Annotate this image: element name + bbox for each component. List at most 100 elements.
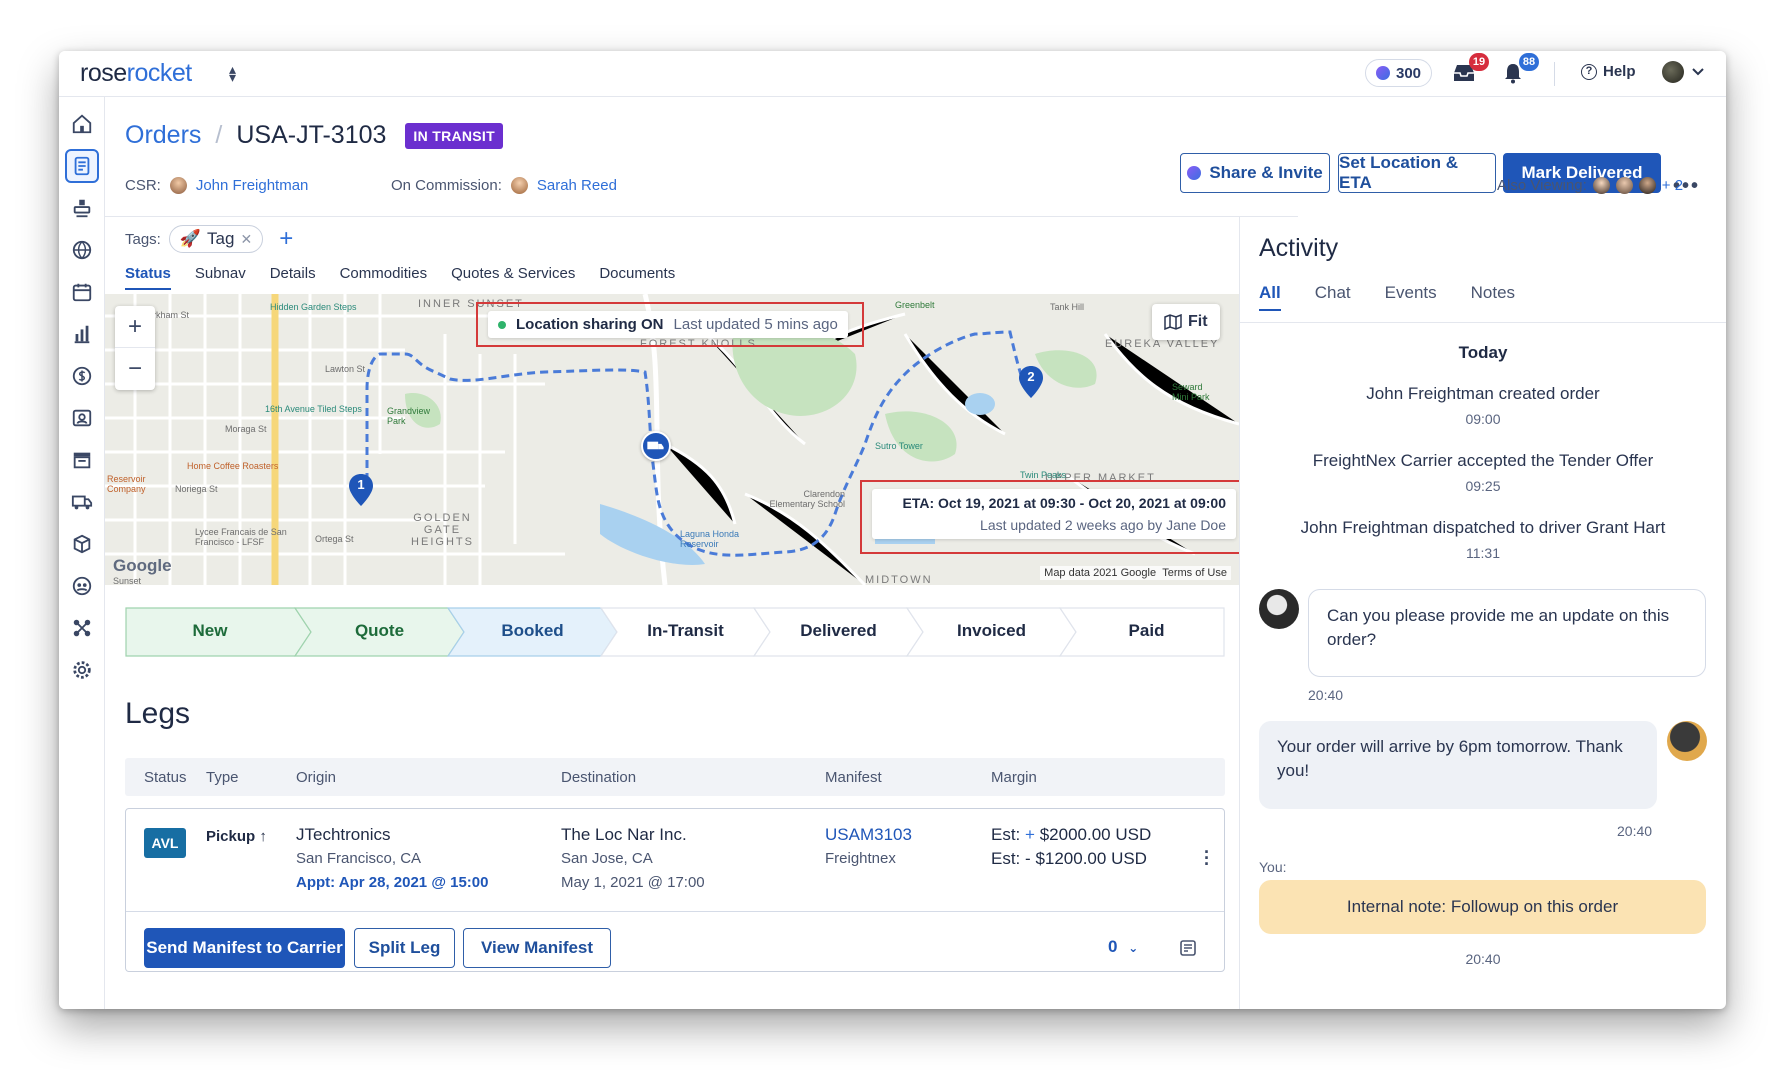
leg-type: Pickup ↑ (206, 825, 267, 849)
map-data-text: Map data 2021 Google (1044, 567, 1157, 579)
stage-new[interactable]: New (125, 621, 295, 641)
eta-updated-text: Last updated 2 weeks ago by Jane Doe (980, 517, 1226, 533)
poi-label: 16th Avenue Tiled Steps (265, 404, 362, 414)
commission-meta: On Commission: Sarah Reed (391, 177, 617, 194)
row-more-icon[interactable]: · · · (1204, 843, 1210, 873)
internal-note-text: Internal note: Followup on this order (1346, 897, 1619, 916)
poi-label: Lycee Francais de San Francisco - LFSF (195, 527, 287, 547)
chat-message-outgoing: Your order will arrive by 6pm tomorrow. … (1259, 721, 1657, 809)
stage-delivered[interactable]: Delivered (762, 621, 915, 641)
note-icon[interactable] (1179, 939, 1197, 957)
more-viewers-link[interactable]: + 2 (1662, 177, 1683, 194)
google-logo: Google (113, 556, 172, 575)
tag-chip[interactable]: 🚀 Tag ✕ (168, 225, 264, 253)
add-tag-icon[interactable]: + (279, 227, 293, 251)
nav-dispatch[interactable] (65, 191, 99, 225)
view-manifest-label: View Manifest (480, 938, 594, 957)
also-viewing-label: Also Viewing: (1497, 177, 1587, 194)
zoom-in-button[interactable]: + (115, 306, 155, 348)
leg-card-divider (126, 911, 1224, 912)
arrow-up-icon: ↑ (259, 828, 267, 845)
set-location-eta-button[interactable]: Set Location & ETA (1338, 153, 1496, 193)
activity-tab-events[interactable]: Events (1385, 283, 1437, 311)
count-dropdown[interactable]: 0 ⌄ (1108, 937, 1138, 957)
remove-tag-icon[interactable]: ✕ (240, 231, 252, 248)
notifications-badge: 88 (1519, 53, 1539, 71)
nav-integrations[interactable] (65, 611, 99, 645)
viewer-avatar[interactable] (1592, 177, 1610, 194)
activity-day-label: Today (1458, 343, 1508, 362)
nav-contacts[interactable] (65, 569, 99, 603)
eta-highlight: ETA: Oct 19, 2021 at 09:30 - Oct 20, 202… (860, 480, 1239, 554)
stage-quote[interactable]: Quote (303, 621, 456, 641)
nav-calendar[interactable] (65, 275, 99, 309)
nav-orders[interactable] (65, 149, 99, 183)
send-manifest-button[interactable]: Send Manifest to Carrier (144, 928, 345, 968)
nav-documents[interactable] (65, 401, 99, 435)
roserocket-logo[interactable]: roserocket (80, 59, 192, 88)
commission-name-link[interactable]: Sarah Reed (537, 177, 617, 194)
map-fit-button[interactable]: Fit (1152, 304, 1220, 340)
nav-settings[interactable] (65, 653, 99, 687)
inbox-button[interactable]: 19 (1451, 53, 1489, 87)
rocket-icon: 🚀 (179, 229, 202, 248)
margin-est-label: Est: (991, 825, 1021, 844)
app-window: roserocket ▴ ▾ 300 19 88 ? Help Orders /… (59, 51, 1726, 1009)
map-pin-stop-2[interactable]: 2 (1019, 366, 1043, 398)
viewer-avatar[interactable] (1615, 177, 1633, 194)
csr-label: CSR: (125, 177, 161, 194)
legs-table-header: Status Type Origin Destination Manifest … (125, 758, 1225, 796)
activity-tab-all[interactable]: All (1259, 283, 1281, 311)
stage-booked[interactable]: Booked (456, 621, 609, 641)
activity-divider (1239, 216, 1240, 1009)
stage-in-transit[interactable]: In-Transit (609, 621, 762, 641)
nav-fleet[interactable] (65, 485, 99, 519)
chevron-down-icon (1692, 68, 1704, 76)
zoom-out-button[interactable]: − (115, 348, 155, 390)
location-highlight: Location sharing ON Last updated 5 mins … (476, 302, 864, 347)
topbar-divider (1554, 62, 1555, 86)
activity-tab-notes[interactable]: Notes (1471, 283, 1515, 311)
split-leg-button[interactable]: Split Leg (354, 928, 455, 968)
help-button[interactable]: ? Help (1581, 63, 1636, 80)
credits-badge[interactable]: 300 (1365, 59, 1433, 87)
location-sharing-status: Location sharing ON (516, 316, 664, 333)
share-invite-button[interactable]: Share & Invite (1180, 153, 1330, 193)
workspace-switch-icon[interactable]: ▴ ▾ (229, 62, 236, 84)
map-pin-stop-1[interactable]: 1 (349, 474, 373, 506)
notifications-button[interactable]: 88 (1501, 53, 1539, 87)
nav-reports[interactable] (65, 317, 99, 351)
user-menu[interactable] (1662, 61, 1704, 83)
nav-inventory[interactable] (65, 527, 99, 561)
tab-commodities[interactable]: Commodities (340, 265, 428, 290)
manifest-link[interactable]: USAM3103 (825, 823, 912, 847)
activity-tab-chat[interactable]: Chat (1315, 283, 1351, 311)
nav-billing[interactable] (65, 359, 99, 393)
tab-details[interactable]: Details (270, 265, 316, 290)
tab-subnav[interactable]: Subnav (195, 265, 246, 290)
view-manifest-button[interactable]: View Manifest (463, 928, 611, 968)
poi-label: Sutro Tower (875, 441, 923, 451)
truck-location-marker[interactable] (641, 431, 671, 461)
terms-link[interactable]: Terms of Use (1162, 567, 1227, 579)
activity-heading: Activity (1259, 234, 1339, 262)
stage-paid[interactable]: Paid (1068, 621, 1225, 641)
viewer-avatar[interactable] (1638, 177, 1656, 194)
nav-global[interactable] (65, 233, 99, 267)
nav-home[interactable] (65, 107, 99, 141)
gem-icon (1187, 166, 1202, 180)
breadcrumb-orders-link[interactable]: Orders (125, 121, 201, 150)
tab-status[interactable]: Status (125, 265, 171, 290)
inbox-badge: 19 (1469, 53, 1489, 71)
tab-documents[interactable]: Documents (599, 265, 675, 290)
home-icon (72, 114, 92, 134)
poi-label: Reservoir Company (107, 474, 146, 494)
stage-invoiced[interactable]: Invoiced (915, 621, 1068, 641)
eta-card: ETA: Oct 19, 2021 at 09:30 - Oct 20, 202… (872, 489, 1236, 539)
box-icon (73, 534, 91, 554)
street-label: Sunset (113, 576, 142, 585)
route-map[interactable]: INNER SUNSET FOREST KNOLLS EUREKA VALLEY… (105, 294, 1239, 585)
nav-warehouse[interactable] (65, 443, 99, 477)
csr-name-link[interactable]: John Freightman (196, 177, 309, 194)
tab-quotes-services[interactable]: Quotes & Services (451, 265, 575, 290)
